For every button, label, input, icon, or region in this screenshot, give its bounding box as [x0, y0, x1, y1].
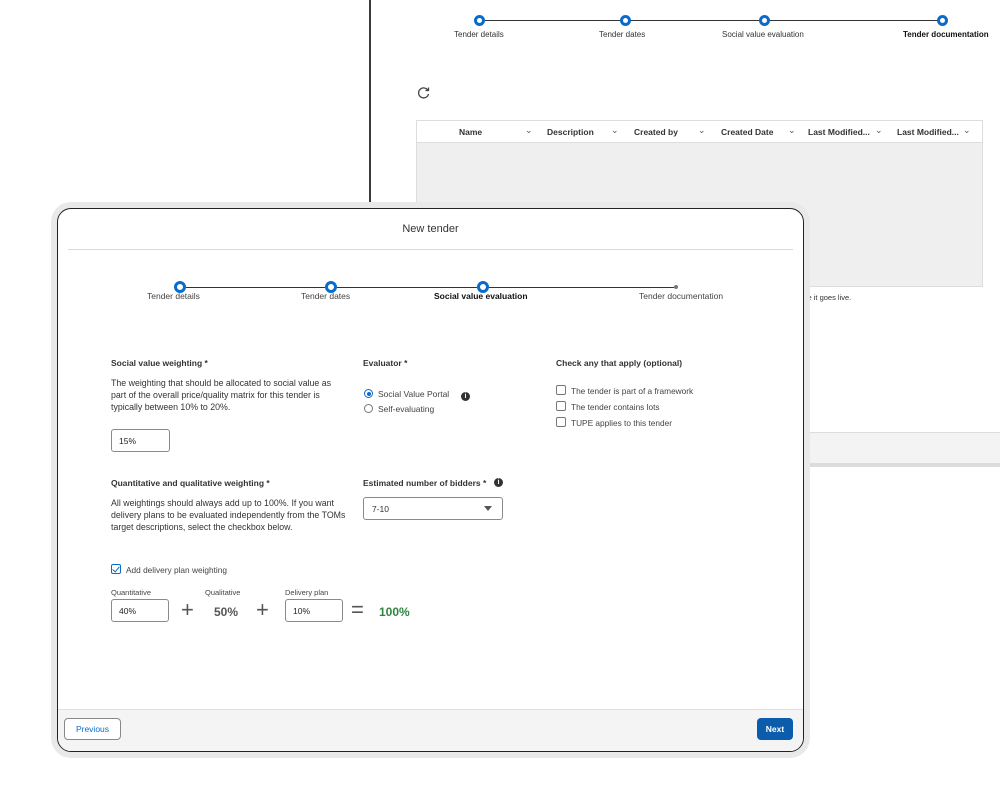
bg-footer — [803, 432, 1000, 463]
qualitative-value: 50% — [214, 605, 239, 619]
evaluator-option-self-evaluating[interactable]: Self-evaluating — [364, 404, 434, 414]
radio-unselected[interactable] — [364, 404, 373, 413]
framework-checkbox[interactable]: The tender is part of a framework — [556, 385, 693, 396]
quantitative-label: Quantitative — [111, 588, 152, 597]
chevron-down-icon[interactable]: ⌄ — [525, 125, 533, 136]
new-tender-modal: New tender Tender details Tender dates S… — [57, 208, 804, 752]
radio-selected[interactable] — [364, 389, 373, 398]
bg-go-live-text: re it goes live. — [805, 293, 852, 302]
plus-icon: + — [256, 597, 269, 622]
bg-step-dot — [937, 15, 948, 26]
chevron-down-icon — [484, 506, 492, 511]
bidders-select-value: 7-10 — [372, 504, 390, 514]
tupe-checkbox[interactable]: TUPE applies to this tender — [556, 417, 672, 428]
column-header-created-by[interactable]: Created by — [634, 127, 678, 137]
quant-qual-description: All weightings should always add up to 1… — [111, 498, 346, 532]
step-label-tender-documentation: Tender documentation — [639, 291, 724, 301]
checkbox[interactable] — [556, 401, 566, 411]
checkbox[interactable] — [556, 385, 566, 395]
bg-step-dot — [474, 15, 485, 26]
column-header-created-date[interactable]: Created Date — [721, 127, 773, 137]
info-icon[interactable]: i — [461, 392, 470, 401]
bg-step-label: Tender dates — [599, 30, 646, 39]
step-label-social-value: Social value evaluation — [434, 291, 528, 301]
evaluator-option-social-value-portal[interactable]: Social Value Portal — [364, 389, 449, 399]
quantitative-input[interactable]: 40% — [111, 599, 169, 622]
radio-label: Self-evaluating — [378, 404, 435, 414]
bg-progress-steps: Tender details Tender dates Social value… — [371, 12, 1000, 46]
qualitative-label: Qualitative — [205, 588, 241, 597]
checkbox-checked[interactable] — [111, 564, 121, 574]
modal-title: New tender — [402, 223, 459, 235]
check-apply-label: Check any that apply (optional) — [556, 358, 683, 368]
chevron-down-icon[interactable]: ⌄ — [788, 125, 796, 136]
lots-checkbox[interactable]: The tender contains lots — [556, 401, 660, 412]
quant-qual-label: Quantitative and qualitative weighting * — [111, 478, 270, 488]
checkbox-label: The tender is part of a framework — [571, 386, 694, 396]
social-value-description: The weighting that should be allocated t… — [111, 378, 332, 412]
chevron-down-icon[interactable]: ⌄ — [611, 125, 619, 136]
column-header-description[interactable]: Description — [547, 127, 594, 137]
chevron-down-icon[interactable]: ⌄ — [963, 125, 971, 136]
step-dot-pending — [674, 285, 678, 289]
refresh-icon[interactable] — [417, 86, 431, 100]
evaluator-label: Evaluator * — [363, 358, 408, 368]
table-header-row: Name ⌄ Description ⌄ Created by ⌄ Create… — [417, 121, 982, 143]
chevron-down-icon[interactable]: ⌄ — [875, 125, 883, 136]
next-button[interactable]: Next — [757, 718, 793, 740]
column-header-name[interactable]: Name — [459, 127, 482, 137]
bg-step-dot — [759, 15, 770, 26]
column-header-last-modified-by[interactable]: Last Modified... — [897, 127, 959, 137]
bg-step-label: Social value evaluation — [722, 30, 804, 39]
modal-footer: Previous Next — [58, 709, 803, 751]
checkbox-label: Add delivery plan weighting — [126, 565, 228, 575]
step-label-tender-details: Tender details — [147, 291, 200, 301]
plus-icon: + — [181, 597, 194, 622]
checkbox-label: TUPE applies to this tender — [571, 418, 672, 428]
bidders-select[interactable]: 7-10 — [363, 497, 503, 520]
total-weighting: 100% — [379, 605, 410, 619]
step-label-tender-dates: Tender dates — [301, 291, 351, 301]
bidders-label: Estimated number of bidders * — [363, 478, 487, 488]
radio-label: Social Value Portal — [378, 389, 450, 399]
bg-step-label: Tender details — [454, 30, 504, 39]
checkbox[interactable] — [556, 417, 566, 427]
delivery-plan-label: Delivery plan — [285, 588, 329, 597]
info-icon[interactable]: i — [494, 478, 503, 487]
social-value-weighting-label: Social value weighting * — [111, 358, 208, 368]
column-header-last-modified[interactable]: Last Modified... — [808, 127, 870, 137]
bg-step-label: Tender documentation — [903, 30, 989, 39]
equals-icon: = — [351, 597, 364, 622]
previous-button[interactable]: Previous — [64, 718, 121, 740]
social-value-weighting-input[interactable]: 15% — [111, 429, 170, 452]
divider — [68, 249, 793, 250]
checkbox-label: The tender contains lots — [571, 402, 660, 412]
bg-step-dot — [620, 15, 631, 26]
delivery-plan-checkbox[interactable]: Add delivery plan weighting — [111, 564, 227, 575]
chevron-down-icon[interactable]: ⌄ — [698, 125, 706, 136]
delivery-plan-input[interactable]: 10% — [285, 599, 343, 622]
